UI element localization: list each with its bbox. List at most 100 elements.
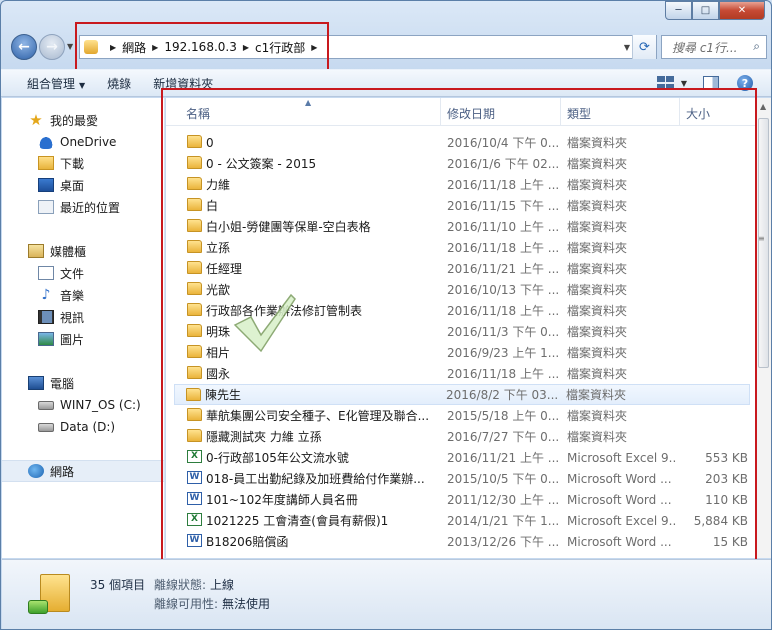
column-date-modified[interactable]: 修改日期 [447,105,495,122]
scrollbar-grip-icon: ≡ [758,234,765,243]
file-type: 檔案資料夾 [567,157,628,171]
sidebar-item-desktop[interactable]: 桌面 [38,175,84,195]
file-date: 2015/5/18 上午 0... [447,409,559,423]
file-row[interactable]: 華航集團公司安全種子、E化管理及聯合... 2015/5/18 上午 0... 檔案… [176,405,748,426]
file-row[interactable]: W B18206賠償函 2013/12/26 下午 ... Microsoft Wor… [176,531,748,552]
back-button[interactable]: ← [11,34,37,60]
address-bar[interactable]: ▶ 網路 ▶ 192.168.0.3 ▶ c1行政部 ▶ ▼ ⟳ [79,35,657,59]
breadcrumb-separator-icon[interactable]: ▶ [110,43,116,52]
file-row[interactable]: 隱藏測試夾 力維 立孫 2016/7/27 下午 0... 檔案資料夾 [176,426,748,447]
file-row[interactable]: 0 2016/10/4 下午 0... 檔案資料夾 [176,132,748,153]
recent-pages-dropdown[interactable]: ▼ [67,42,73,51]
chevron-down-icon: ▼ [79,80,86,90]
file-type: 檔案資料夾 [567,178,628,192]
file-row[interactable]: X 1021225 工會清查(會員有薪假)1 2014/1/21 下午 1... Mi… [176,510,748,531]
file-row[interactable]: 白 2016/11/15 下午 ... 檔案資料夾 [176,195,748,216]
folder-icon [187,177,202,190]
file-name: 101~102年度講師人員名冊 [206,493,358,507]
breadcrumb-folder[interactable]: c1行政部 [255,39,305,56]
sidebar-item-videos[interactable]: 視訊 [38,307,84,327]
file-row[interactable]: 國永 2016/11/18 上午 ... 檔案資料夾 [176,363,748,384]
file-name: 立孫 [206,241,231,255]
sidebar-selection-highlight [2,460,164,482]
file-date: 2016/8/2 下午 03... [446,388,558,402]
help-icon[interactable]: ? [737,75,753,91]
offline-status: 離線狀態: 上線 [154,578,235,592]
preview-pane-icon[interactable] [703,76,719,90]
burn-button[interactable]: 燒錄 [107,75,131,92]
view-dropdown-icon[interactable]: ▼ [681,79,687,88]
sidebar-item-pictures[interactable]: 圖片 [38,329,84,349]
folder-icon [187,156,202,169]
breadcrumb-server[interactable]: 192.168.0.3 [164,40,237,54]
organize-menu[interactable]: 組合管理 ▼ [27,75,85,92]
address-dropdown-icon[interactable]: ▼ [624,43,630,52]
file-row[interactable]: 白小姐-勞健團等保單-空白表格 2016/11/10 上午 ... 檔案資料夾 [176,216,748,237]
sidebar-item-onedrive[interactable]: OneDrive [38,132,116,152]
sidebar-item-network[interactable]: 網路 [28,461,74,481]
sidebar-item-drive-c[interactable]: WIN7_OS (C:) [38,395,141,415]
file-date: 2016/10/13 下午 ... [447,283,559,297]
breadcrumb-separator-icon[interactable]: ▶ [152,43,158,52]
column-size[interactable]: 大小 [686,105,710,122]
music-note-icon: ♪ [41,287,51,303]
file-type: 檔案資料夾 [567,409,628,423]
file-name: 行政部各作業辦法修訂管制表 [206,304,363,318]
file-list-view[interactable]: ▲ 名稱 修改日期 類型 大小 0 2016/10/4 下午 0... 檔案資料夾 0… [166,98,771,558]
breadcrumb-network[interactable]: 網路 [122,39,146,56]
new-folder-button[interactable]: 新增資料夾 [153,75,213,92]
recent-places-icon [38,200,54,214]
minimize-button[interactable]: ─ [665,1,692,20]
picture-icon [38,332,54,346]
word-file-icon: W [187,534,202,547]
view-options-icon[interactable] [656,76,675,90]
vertical-scrollbar[interactable]: ▲ ≡ [755,98,771,558]
breadcrumb-separator-icon[interactable]: ▶ [311,43,317,52]
file-row[interactable]: W 101~102年度講師人員名冊 2011/12/30 上午 ... Microso… [176,489,748,510]
file-row[interactable]: 力維 2016/11/18 上午 ... 檔案資料夾 [176,174,748,195]
column-header-row: ▲ 名稱 修改日期 類型 大小 [166,98,756,126]
file-date: 2016/11/10 上午 ... [447,220,559,234]
file-row[interactable]: 0 - 公文簽案 - 2015 2016/1/6 下午 02... 檔案資料夾 [176,153,748,174]
column-name[interactable]: 名稱 [186,105,210,122]
file-row[interactable]: 立孫 2016/11/18 上午 ... 檔案資料夾 [176,237,748,258]
breadcrumb-separator-icon[interactable]: ▶ [243,43,249,52]
file-row[interactable]: 陳先生 2016/8/2 下午 03... 檔案資料夾 [174,384,750,405]
sidebar-item-favorites[interactable]: ★ 我的最愛 [28,110,98,130]
forward-button[interactable]: → [39,34,65,60]
item-count: 35 個項目 [90,578,146,592]
scrollbar-thumb[interactable] [758,118,769,368]
sidebar-item-drive-d[interactable]: Data (D:) [38,417,115,437]
sidebar-item-documents[interactable]: 文件 [38,263,84,283]
sort-ascending-icon: ▲ [305,98,312,107]
search-box[interactable]: 搜尋 c1行... ⌕ [661,35,767,59]
file-row[interactable]: W 018-員工出勤紀錄及加班費給付作業辦... 2015/10/5 下午 0...… [176,468,748,489]
sidebar-item-recent[interactable]: 最近的位置 [38,197,120,217]
file-type: 檔案資料夾 [567,367,628,381]
file-row[interactable]: 行政部各作業辦法修訂管制表 2016/11/18 上午 ... 檔案資料夾 [176,300,748,321]
file-date: 2013/12/26 下午 ... [447,535,559,549]
file-row[interactable]: 任經理 2016/11/21 上午 ... 檔案資料夾 [176,258,748,279]
file-type: 檔案資料夾 [567,241,628,255]
file-row[interactable]: X 0-行政部105年公文流水號 2016/11/21 上午 ... Microsof… [176,447,748,468]
file-name: 0 [206,135,214,150]
refresh-button[interactable]: ⟳ [632,35,656,59]
sidebar-item-libraries[interactable]: 媒體櫃 [28,241,86,261]
folder-icon [187,408,202,421]
file-type: Microsoft Excel 9... [567,450,677,465]
file-size: 110 KB [705,492,748,507]
file-name: 力維 [206,178,231,192]
column-type[interactable]: 類型 [567,105,591,122]
file-row[interactable]: 明珠 2016/11/3 下午 0... 檔案資料夾 [176,321,748,342]
sidebar-item-computer[interactable]: 電腦 [28,373,74,393]
close-button[interactable]: ✕ [719,1,765,20]
file-date: 2016/11/18 上午 ... [447,304,559,318]
search-icon[interactable]: ⌕ [753,39,760,54]
scroll-up-icon[interactable]: ▲ [760,102,766,111]
sidebar-item-downloads[interactable]: 下載 [38,153,84,173]
file-date: 2016/11/3 下午 0... [447,325,559,339]
sidebar-item-music[interactable]: ♪ 音樂 [38,285,84,305]
file-row[interactable]: 光歆 2016/10/13 下午 ... 檔案資料夾 [176,279,748,300]
file-row[interactable]: 相片 2016/9/23 上午 1... 檔案資料夾 [176,342,748,363]
maximize-button[interactable]: □ [692,1,719,20]
